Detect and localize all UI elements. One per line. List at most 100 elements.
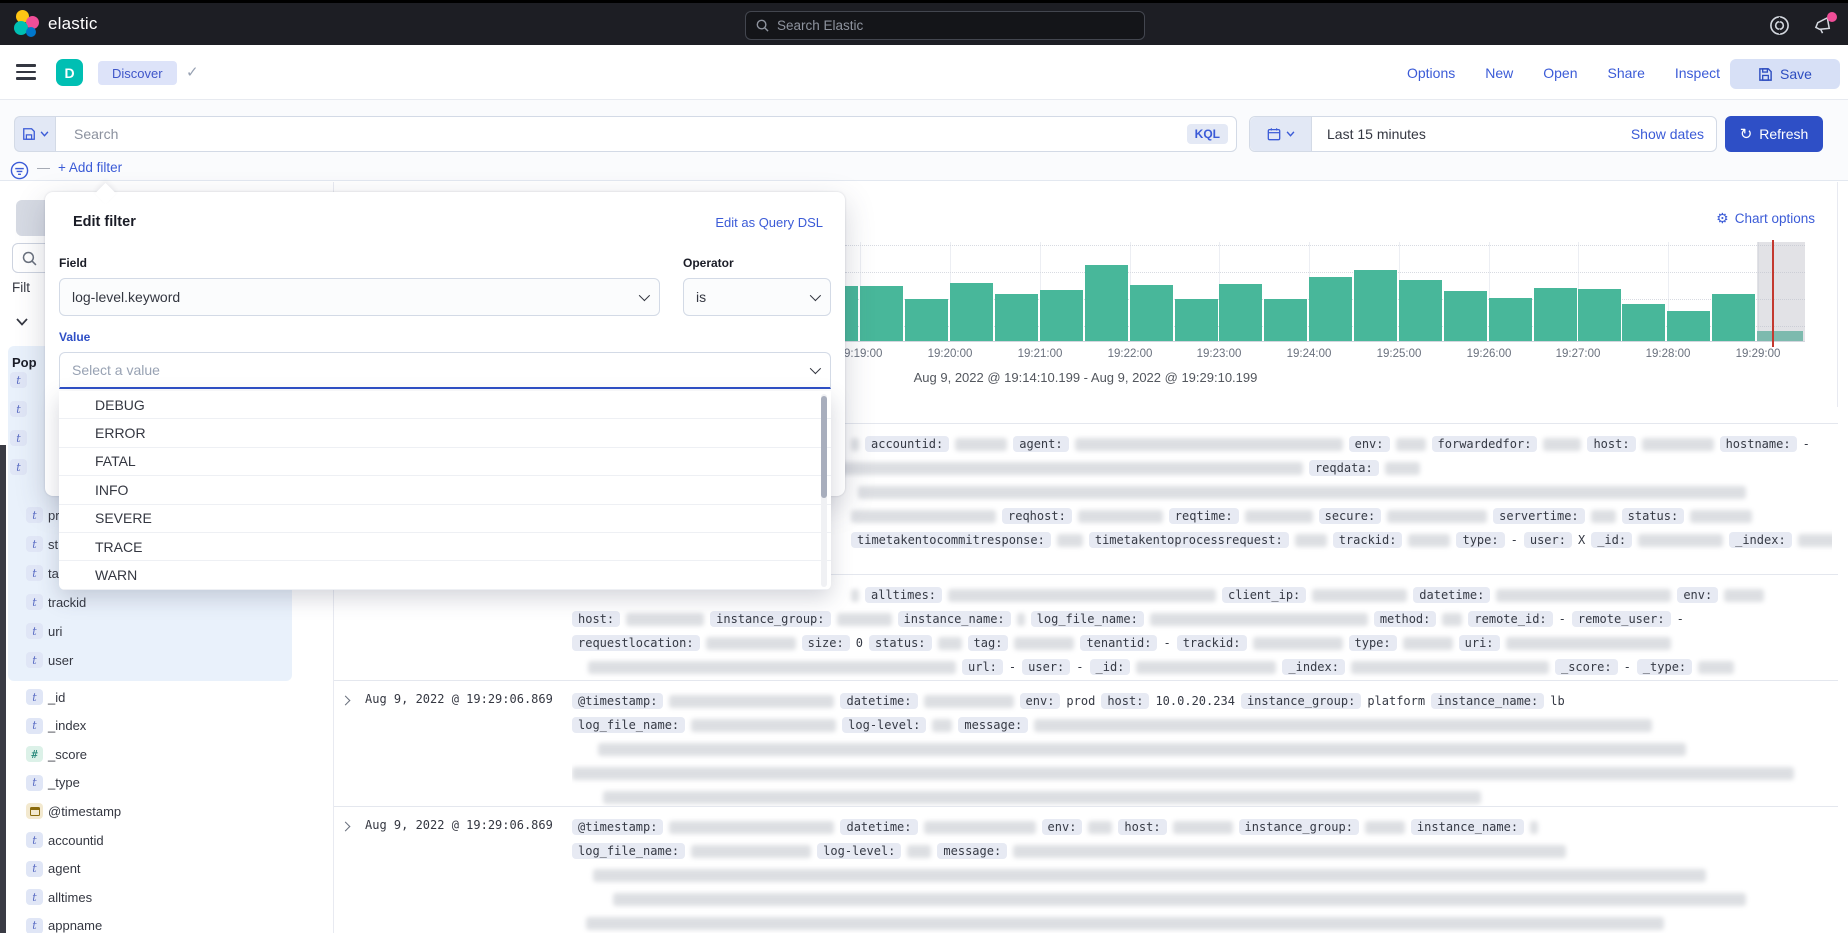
histogram-bar[interactable] [1264, 299, 1307, 341]
logo-text: elastic [48, 14, 98, 34]
field-item[interactable]: t [10, 459, 27, 475]
field-label: accountid [48, 833, 104, 848]
filter-by-type-control[interactable]: Filt [12, 280, 30, 295]
spacer [572, 899, 607, 900]
field-select[interactable]: log-level.keyword [59, 278, 660, 316]
space-badge[interactable]: D [56, 59, 83, 86]
edit-as-query-dsl-link[interactable]: Edit as Query DSL [715, 215, 823, 230]
refresh-button[interactable]: ↻ Refresh [1725, 116, 1823, 152]
histogram-bar[interactable] [1667, 311, 1710, 341]
field-item-_id[interactable]: t_id [26, 689, 65, 705]
histogram-bar[interactable] [1130, 285, 1173, 341]
field-item-accountid[interactable]: taccountid [26, 832, 104, 848]
field-badge: host: [1101, 693, 1149, 709]
histogram-bar[interactable] [905, 299, 948, 341]
histogram-bar[interactable] [1309, 277, 1352, 341]
field-item-user[interactable]: tuser [26, 652, 73, 668]
filter-settings-icon[interactable] [10, 161, 29, 180]
help-icon[interactable] [1768, 15, 1790, 37]
news-icon[interactable] [1812, 15, 1834, 37]
histogram-bar[interactable] [1175, 299, 1218, 341]
operator-select[interactable]: is [683, 278, 831, 316]
value-option-error[interactable]: ERROR [59, 419, 831, 447]
field-label: _score [48, 747, 87, 762]
value-option-warn[interactable]: WARN [59, 561, 831, 589]
histogram-bar[interactable] [1040, 290, 1083, 341]
field-item-agent[interactable]: tagent [26, 861, 81, 877]
field-value: 10.0.20.234 [1155, 694, 1234, 708]
value-combobox[interactable]: Select a value [59, 352, 831, 389]
field-item-alltimes[interactable]: talltimes [26, 889, 92, 905]
field-item-st[interactable]: tst [26, 536, 58, 552]
value-option-debug[interactable]: DEBUG [59, 391, 831, 419]
chevron-down-icon[interactable] [16, 318, 28, 326]
kql-language-button[interactable]: KQL [1187, 124, 1228, 144]
menu-icon[interactable] [16, 64, 36, 80]
nav-link-share[interactable]: Share [1608, 65, 1645, 81]
histogram-bar[interactable] [1354, 270, 1397, 341]
histogram-bar[interactable] [950, 283, 993, 341]
field-value: lb [1550, 694, 1564, 708]
value-option-severe[interactable]: SEVERE [59, 505, 831, 533]
saved-query-menu-button[interactable] [14, 116, 55, 152]
histogram-bar[interactable] [1534, 288, 1577, 341]
date-quick-select-button[interactable] [1250, 117, 1312, 151]
expand-icon[interactable] [341, 822, 351, 832]
add-filter-link[interactable]: + Add filter [58, 160, 122, 175]
time-axis-label: 19:28:00 [1646, 348, 1691, 360]
histogram-bar[interactable] [1399, 280, 1442, 341]
field-value: - [1677, 612, 1684, 626]
field-item[interactable]: t [10, 430, 27, 446]
redacted-value [593, 869, 1706, 882]
histogram-bar[interactable] [1219, 284, 1262, 341]
field-item[interactable]: t [10, 372, 27, 388]
field-badge: reqhost: [1002, 508, 1072, 524]
nav-link-inspect[interactable]: Inspect [1675, 65, 1720, 81]
scrollbar-thumb[interactable] [821, 396, 827, 498]
field-item-appname[interactable]: tappname [26, 918, 102, 933]
field-item-ta[interactable]: tta [26, 565, 59, 581]
field-item[interactable]: t [10, 401, 27, 417]
save-button[interactable]: Save [1730, 59, 1840, 89]
histogram-bar[interactable] [1444, 291, 1487, 341]
chevron-down-icon [639, 290, 650, 301]
chart-options-link[interactable]: ⚙ Chart options [1716, 210, 1815, 227]
expand-icon[interactable] [341, 696, 351, 706]
value-option-info[interactable]: INFO [59, 476, 831, 504]
elastic-logo[interactable]: elastic [14, 10, 98, 38]
histogram-bar[interactable] [1489, 298, 1532, 341]
field-badge: env: [1020, 693, 1061, 709]
histogram-bar[interactable] [1622, 304, 1665, 341]
histogram-bar[interactable] [860, 286, 903, 341]
histogram-bar[interactable] [995, 294, 1038, 341]
field-badge: method: [1374, 611, 1437, 627]
field-badge: timetakentoprocessrequest: [1089, 532, 1289, 548]
field-item-_index[interactable]: t_index [26, 718, 86, 734]
histogram-bar[interactable] [1712, 294, 1755, 341]
global-search-input[interactable]: Search Elastic [745, 11, 1145, 40]
value-option-fatal[interactable]: FATAL [59, 448, 831, 476]
nav-link-new[interactable]: New [1485, 65, 1513, 81]
x-axis-line [845, 341, 1805, 342]
histogram-bar[interactable] [1578, 289, 1621, 341]
check-icon[interactable]: ✓ [186, 63, 199, 81]
field-badge: reqdata: [1309, 460, 1379, 476]
field-item-trackid[interactable]: ttrackid [26, 594, 86, 610]
histogram-bar[interactable] [1085, 265, 1128, 341]
doc-row[interactable]: Aug 9, 2022 @ 19:29:06.869@timestamp:dat… [334, 680, 1838, 806]
field-item-@timestamp[interactable]: @timestamp [26, 803, 121, 819]
query-search-input[interactable]: Search KQL [55, 116, 1237, 152]
field-label: pr [48, 508, 60, 523]
field-item-pr[interactable]: tpr [26, 507, 60, 523]
show-dates-link[interactable]: Show dates [1631, 126, 1704, 142]
dropdown-scrollbar[interactable] [821, 394, 827, 587]
time-range-value[interactable]: Last 15 minutes [1327, 126, 1426, 142]
nav-link-open[interactable]: Open [1543, 65, 1577, 81]
field-item-_type[interactable]: t_type [26, 775, 80, 791]
value-option-trace[interactable]: TRACE [59, 533, 831, 561]
breadcrumb[interactable]: Discover [98, 61, 177, 85]
doc-row[interactable]: Aug 9, 2022 @ 19:29:06.869@timestamp:dat… [334, 806, 1838, 933]
nav-link-options[interactable]: Options [1407, 65, 1455, 81]
field-item-_score[interactable]: #_score [26, 746, 87, 762]
field-item-uri[interactable]: turi [26, 623, 62, 639]
